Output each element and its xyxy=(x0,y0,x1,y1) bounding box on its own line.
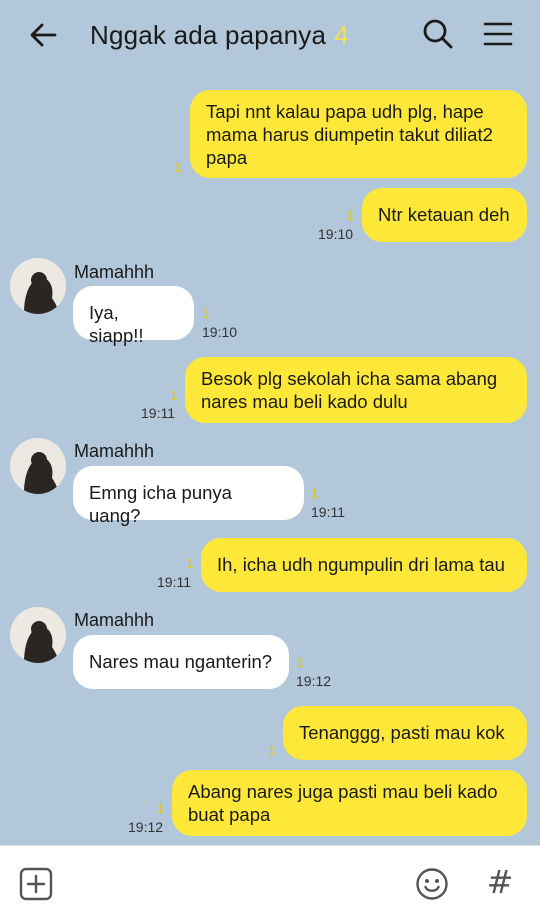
menu-button[interactable] xyxy=(480,16,516,52)
message-bubble[interactable]: Ih, icha udh ngumpulin dri lama tau xyxy=(201,538,527,592)
message-time: 19:12 xyxy=(128,819,164,835)
hashtag-button[interactable]: # xyxy=(482,863,518,901)
avatar-image xyxy=(10,258,66,314)
message-text-line: buat papa xyxy=(188,804,271,825)
message-text-line: Tenanggg, pasti mau kok xyxy=(299,722,505,743)
read-count: 1 xyxy=(170,388,178,403)
avatar-image xyxy=(10,607,66,663)
message-bubble[interactable]: Ntr ketauan deh xyxy=(362,188,527,242)
search-button[interactable] xyxy=(420,16,456,52)
message-time: 19:11 xyxy=(141,405,175,421)
message-text-line: papa xyxy=(206,147,248,168)
read-count: 1 xyxy=(296,655,304,670)
read-count: 1 xyxy=(186,556,194,571)
avatar[interactable] xyxy=(10,607,66,663)
avatar-image xyxy=(10,438,66,494)
read-count: 1 xyxy=(202,306,210,321)
emoji-button[interactable] xyxy=(414,866,450,902)
message-bubble[interactable]: Emng icha punya uang? xyxy=(73,466,304,526)
message-text-line: Ih, icha udh ngumpulin dri lama tau xyxy=(217,554,505,575)
message-time: 19:10 xyxy=(202,324,238,340)
message-bubble[interactable]: Iya, siapp!! xyxy=(73,286,194,346)
message-text-line: Tapi nnt kalau papa udh plg, hape xyxy=(206,101,484,122)
avatar[interactable] xyxy=(10,258,66,314)
message-text-line: Abang nares juga pasti mau beli kado xyxy=(188,781,498,802)
message-bubble[interactable]: Nares mau nganterin? xyxy=(73,635,289,689)
attach-button[interactable] xyxy=(18,866,54,902)
chat-header: Nggak ada papanya 4 xyxy=(0,0,540,68)
search-icon xyxy=(423,19,453,49)
read-count: 1 xyxy=(157,801,165,816)
message-time: 19:12 xyxy=(296,673,332,689)
chat-title-group[interactable]: Nggak ada papanya 4 xyxy=(90,18,349,52)
sender-name: Mamahhh xyxy=(74,610,155,630)
message-time: 19:11 xyxy=(157,574,191,590)
message-text-line: nares mau beli kado dulu xyxy=(201,391,408,412)
message-text-line: Ntr ketauan deh xyxy=(378,204,510,225)
sender-name: Mamahhh xyxy=(74,262,155,282)
message-bubble[interactable]: Tapi nnt kalau papa udh plg, hape mama h… xyxy=(190,90,527,178)
read-count: 1 xyxy=(175,160,183,175)
message-bubble[interactable]: Tenanggg, pasti mau kok xyxy=(283,706,527,760)
message-text-line: Besok plg sekolah icha sama abang xyxy=(201,368,498,389)
plus-square-icon xyxy=(19,867,53,901)
message-bubble[interactable]: Besok plg sekolah icha sama abang nares … xyxy=(185,357,527,423)
message-text-line: Iya, siapp!! xyxy=(89,302,144,346)
message-time: 19:10 xyxy=(318,226,354,242)
message-text-line: Nares mau nganterin? xyxy=(89,651,273,672)
input-bar: # xyxy=(0,845,540,917)
read-count: 1 xyxy=(268,743,276,758)
member-count: 4 xyxy=(334,19,349,50)
read-count: 1 xyxy=(311,486,319,501)
message-text-line: Emng icha punya uang? xyxy=(89,482,232,526)
back-button[interactable] xyxy=(26,18,60,52)
arrow-left-icon xyxy=(30,23,57,47)
message-time: 19:11 xyxy=(311,504,345,520)
avatar[interactable] xyxy=(10,438,66,494)
chat-title: Nggak ada papanya xyxy=(90,19,327,50)
sender-name: Mamahhh xyxy=(74,441,155,461)
message-text-line: mama harus diumpetin takut diliat2 xyxy=(206,124,493,145)
read-count: 1 xyxy=(347,208,355,223)
emoji-icon xyxy=(416,868,448,900)
hamburger-menu-icon xyxy=(483,22,513,46)
message-bubble[interactable]: Abang nares juga pasti mau beli kado bua… xyxy=(172,770,527,836)
